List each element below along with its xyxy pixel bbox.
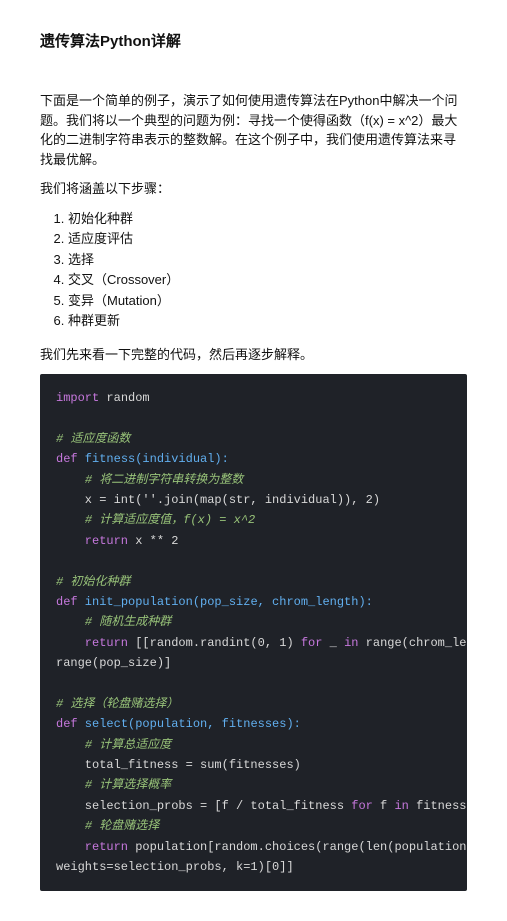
code-comment: # 计算总适应度	[85, 738, 171, 752]
code-text: x = int(''.join(map(str, individual)), 2…	[56, 493, 380, 507]
code-text: selection_probs = [f / total_fitness	[56, 799, 351, 813]
code-keyword: for	[351, 799, 373, 813]
code-keyword: return	[56, 840, 128, 854]
code-keyword: def	[56, 717, 78, 731]
code-text: [[random.randint(0, 1)	[128, 636, 301, 650]
code-keyword: def	[56, 452, 78, 466]
code-text: range(chrom_length)]	[358, 636, 467, 650]
code-text: f	[373, 799, 395, 813]
code-text: x ** 2	[128, 534, 178, 548]
code-comment: # 将二进制字符串转换为整数	[85, 473, 243, 487]
code-text: select(population, fitnesses):	[78, 717, 301, 731]
steps-intro: 我们将涵盖以下步骤：	[40, 179, 467, 199]
code-text: random	[99, 391, 149, 405]
code-keyword: def	[56, 595, 78, 609]
code-keyword: in	[394, 799, 408, 813]
code-keyword: return	[56, 636, 128, 650]
code-text: init_population(pop_size, chrom_length):	[78, 595, 373, 609]
code-keyword: return	[56, 534, 128, 548]
list-item: 适应度评估	[68, 229, 467, 249]
code-text: population[random.choices(range(len(popu…	[128, 840, 467, 854]
code-text: weights=selection_probs, k=1)[0]]	[56, 860, 294, 874]
code-comment: # 轮盘赌选择	[85, 819, 159, 833]
list-item: 选择	[68, 250, 467, 270]
code-comment: # 适应度函数	[56, 432, 130, 446]
code-text: _	[322, 636, 344, 650]
code-comment: # 初始化种群	[56, 575, 130, 589]
page-title: 遗传算法Python详解	[40, 30, 467, 51]
list-item: 种群更新	[68, 311, 467, 331]
code-text: fitness(individual):	[78, 452, 229, 466]
code-comment: # 随机生成种群	[85, 615, 171, 629]
code-comment: # 计算选择概率	[85, 778, 171, 792]
pre-code-paragraph: 我们先来看一下完整的代码，然后再逐步解释。	[40, 345, 467, 365]
list-item: 变异（Mutation）	[68, 291, 467, 311]
code-text: total_fitness = sum(fitnesses)	[56, 758, 301, 772]
code-comment: # 计算适应度值，f(x) = x^2	[85, 513, 255, 527]
steps-list: 初始化种群 适应度评估 选择 交叉（Crossover） 变异（Mutation…	[40, 209, 467, 331]
code-text: fitnesses]	[409, 799, 467, 813]
code-keyword: in	[344, 636, 358, 650]
code-block: import random # 适应度函数 def fitness(indivi…	[40, 374, 467, 891]
code-keyword: import	[56, 391, 99, 405]
code-keyword: for	[301, 636, 323, 650]
code-text: range(pop_size)]	[56, 656, 171, 670]
code-comment: # 选择（轮盘赌选择）	[56, 697, 178, 711]
intro-paragraph: 下面是一个简单的例子，演示了如何使用遗传算法在Python中解决一个问题。我们将…	[40, 91, 467, 169]
list-item: 初始化种群	[68, 209, 467, 229]
list-item: 交叉（Crossover）	[68, 270, 467, 290]
